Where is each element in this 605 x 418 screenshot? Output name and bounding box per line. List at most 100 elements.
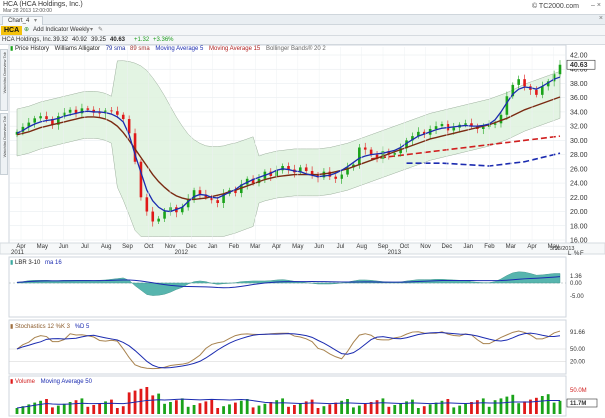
volume-bar [352, 407, 355, 414]
volume-bar [434, 402, 438, 414]
month-label: Dec [442, 244, 453, 250]
volume-bar [363, 403, 367, 414]
volume-bar [446, 399, 450, 414]
year-label: 2013 [388, 250, 402, 256]
volume-bar [62, 403, 66, 414]
legend-alligator[interactable]: Williams Alligator [55, 46, 100, 52]
volume-bar [233, 402, 237, 414]
candle-body [98, 112, 101, 114]
lbr-value-label: 1.36 [570, 274, 582, 280]
volume-bar [558, 400, 562, 414]
month-label: Aug [356, 244, 367, 250]
candle-body [535, 89, 538, 95]
lbr-legend-ma[interactable]: ma 16 [45, 260, 62, 266]
y-tick-label: 42.00 [570, 53, 588, 60]
volume-bar [458, 405, 462, 414]
volume-bar [328, 404, 332, 414]
candle-body [139, 161, 143, 198]
month-label: Jan [208, 244, 218, 250]
legend-sma79[interactable]: 79 sma [106, 46, 126, 52]
y-tick-label: 22.00 [570, 195, 588, 202]
volume-bar [80, 398, 84, 414]
volume-bar [180, 398, 184, 414]
stoch-panel [8, 319, 567, 375]
candle-body [163, 211, 166, 219]
candle-body [86, 108, 90, 110]
volume-bar [33, 402, 37, 414]
volume-bar [39, 400, 43, 414]
volume-bar [210, 399, 214, 414]
legend-sma89[interactable]: 89 sma [130, 46, 150, 52]
lbr-legend-name[interactable]: LBR 3-10 [15, 260, 40, 266]
candle-body [39, 116, 42, 119]
legend-color-icon: ▮ [10, 46, 14, 52]
volume-bar [357, 405, 361, 414]
volume-bar [257, 405, 261, 414]
lbr-neg-label: -5.00 [570, 294, 584, 300]
volume-bar [157, 393, 161, 414]
volume-bar [216, 408, 220, 414]
year-label: 2012 [175, 250, 189, 256]
volume-bar [393, 405, 397, 414]
y-tick-label: 30.00 [570, 138, 588, 145]
volume-bar [293, 405, 296, 414]
volume-bar [98, 403, 102, 414]
legend-ma5[interactable]: Moving Average 5 [155, 46, 203, 52]
volume-bar [534, 397, 538, 414]
volume-bar [310, 399, 314, 414]
volume-bar [222, 406, 225, 414]
volume-bar [86, 406, 90, 414]
candle-body [363, 147, 367, 150]
candle-body [517, 79, 520, 85]
chart-svg[interactable]: 42.0040.0038.0036.0034.0032.0030.0028.00… [0, 0, 605, 418]
volume-legend: ▮ Volume Moving Average 50 [10, 378, 92, 385]
candle-body [434, 126, 438, 129]
volume-bar [523, 401, 526, 414]
month-label: Apr [272, 244, 281, 250]
candle-body [216, 200, 219, 203]
candle-body [334, 176, 338, 179]
volume-legend-name[interactable]: Volume [15, 379, 35, 385]
month-label: Apr [527, 244, 536, 250]
legend-bb[interactable]: Bollinger Bands® 20 2 [266, 46, 326, 52]
candle-body [304, 167, 308, 171]
candle-body [499, 114, 503, 124]
candle-body [505, 96, 509, 115]
month-label: Jul [337, 244, 345, 250]
volume-bar [251, 407, 255, 414]
volume-value-label: 11.7M [570, 401, 586, 407]
candle-body [558, 64, 562, 75]
stoch-legend-name[interactable]: Stochastics 12 %K 3 [15, 324, 70, 330]
month-label: Jul [81, 244, 89, 250]
volume-bar [151, 395, 155, 414]
legend-price[interactable]: Price History [15, 46, 49, 52]
year-label: 2011 [11, 250, 25, 256]
lbr-panel [8, 256, 567, 318]
candle-body [151, 211, 155, 222]
volume-bar [387, 406, 391, 414]
volume-bar [192, 405, 196, 414]
volume-bar [511, 394, 515, 414]
volume-bar [74, 400, 78, 414]
volume-legend-ma[interactable]: Moving Average 50 [41, 379, 92, 385]
candle-body [540, 86, 544, 95]
volume-bar [287, 406, 290, 414]
stoch-legend-d[interactable]: %D 5 [75, 324, 90, 330]
volume-bar [381, 398, 385, 414]
legend-ma15[interactable]: Moving Average 15 [209, 46, 260, 52]
volume-bar [375, 400, 379, 414]
candle-body [464, 123, 467, 125]
volume-bar [422, 406, 426, 414]
month-label: Jun [314, 244, 324, 250]
month-label: Feb [484, 244, 495, 250]
candle-body [110, 110, 113, 112]
volume-bar [92, 405, 96, 414]
volume-bar [163, 403, 166, 414]
y-tick-label: 18.00 [570, 223, 588, 230]
volume-bar [399, 403, 403, 414]
month-label: Jan [463, 244, 473, 250]
month-label: Sep [122, 244, 133, 250]
volume-bar [298, 403, 302, 414]
candle-body [121, 114, 125, 120]
volume-bar [198, 403, 202, 414]
